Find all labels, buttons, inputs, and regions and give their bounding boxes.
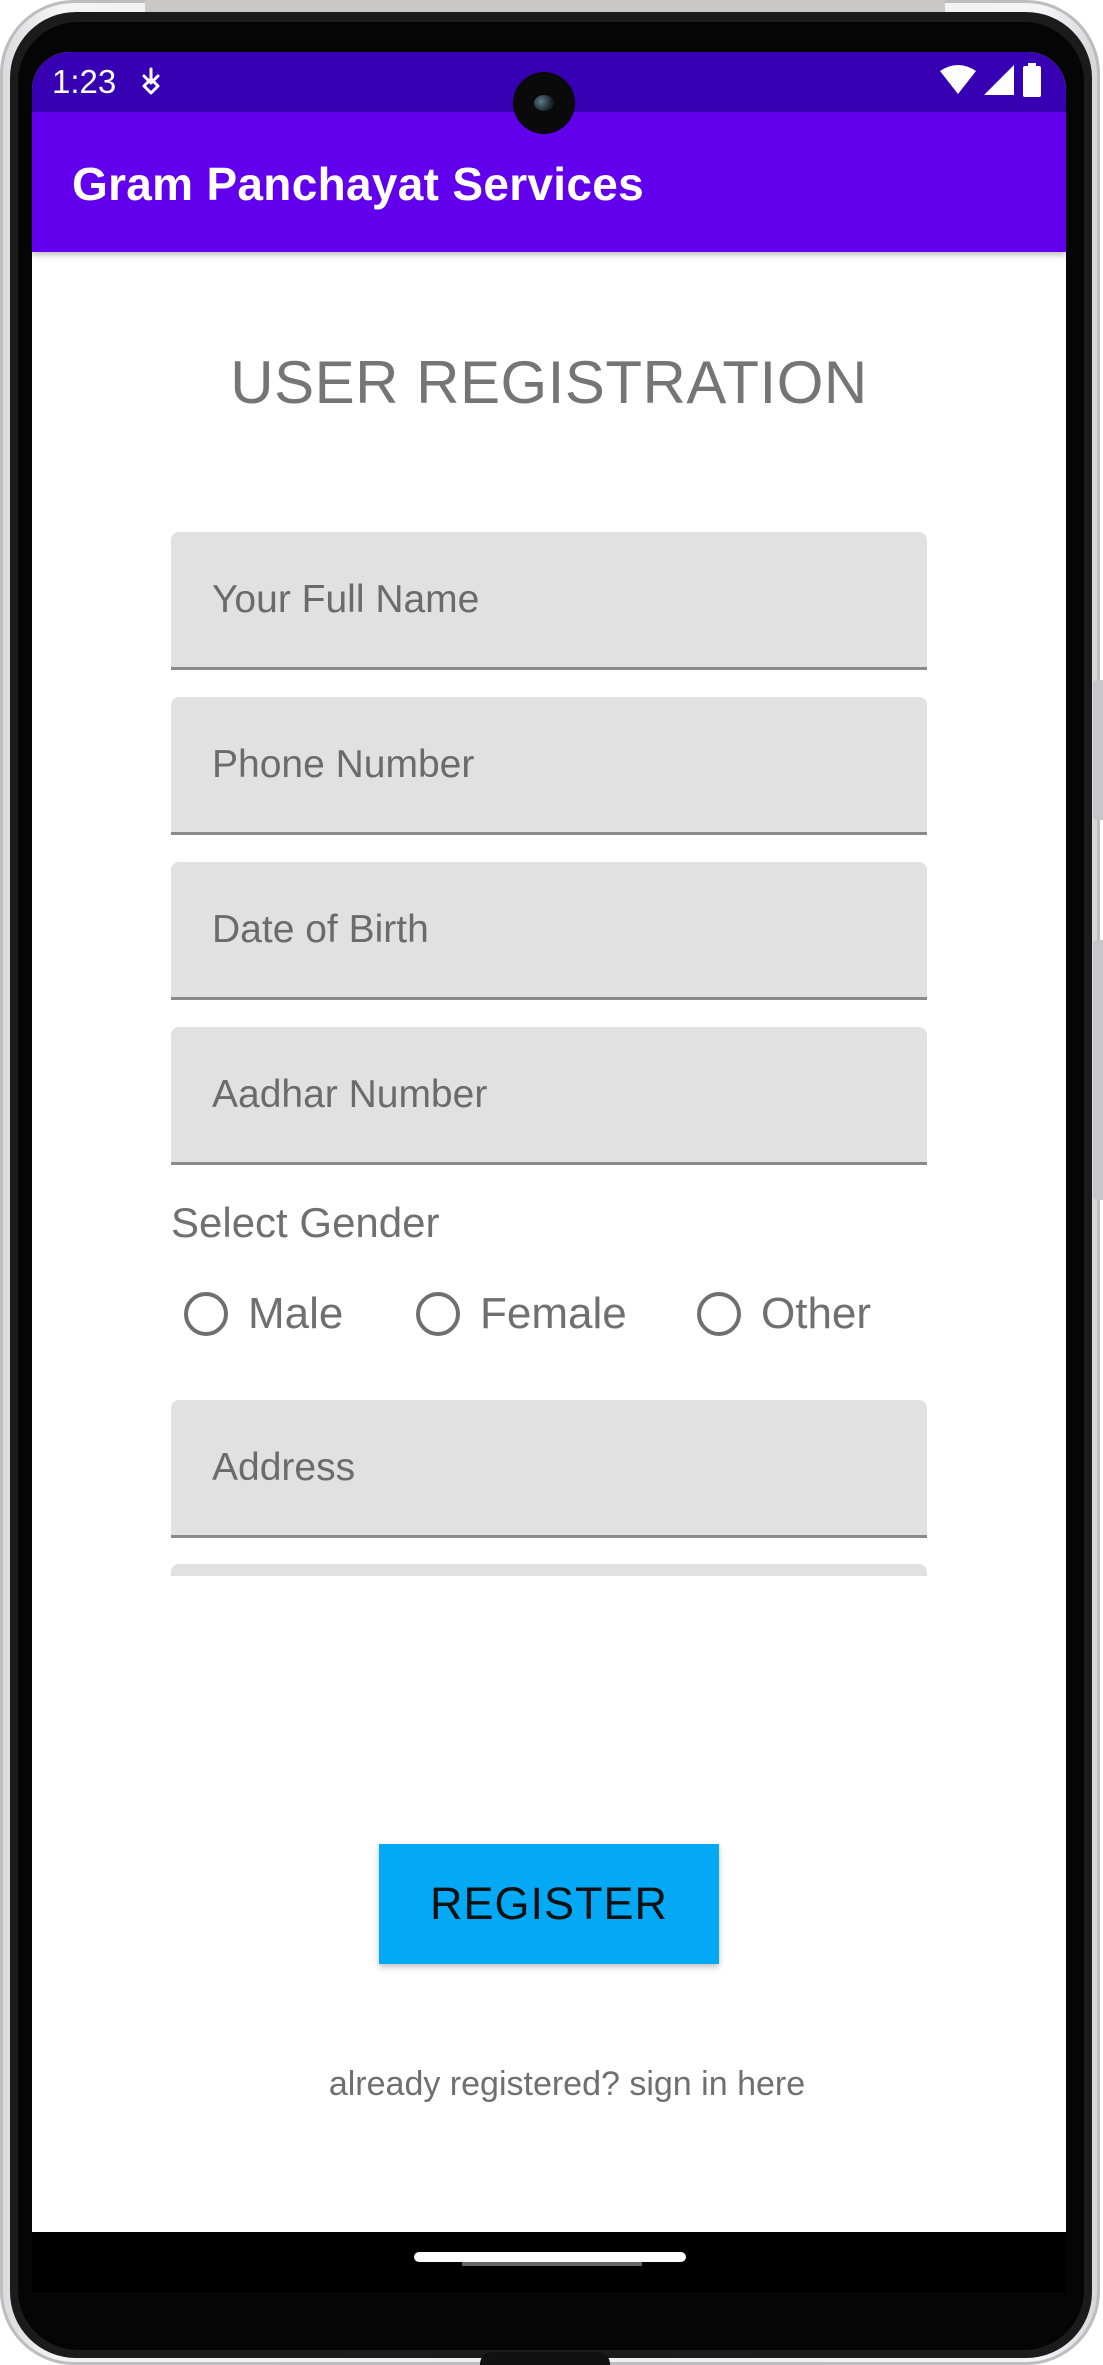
app-screen: 1:23 Gram Panchayat Services USER REGIST… — [32, 52, 1066, 2292]
radio-circle-icon[interactable] — [697, 1292, 741, 1336]
home-indicator[interactable] — [414, 2252, 686, 2262]
phone-number-input[interactable] — [171, 697, 927, 832]
phone-bottom-port — [480, 2352, 610, 2365]
power-button — [1093, 680, 1103, 820]
radio-circle-icon[interactable] — [416, 1292, 460, 1336]
aadhar-field-container — [171, 1027, 927, 1165]
status-icons — [940, 62, 1042, 102]
wifi-icon — [940, 64, 976, 100]
dob-field-container — [171, 862, 927, 1000]
full-name-input[interactable] — [171, 532, 927, 667]
home-indicator-shadow — [462, 2262, 642, 2266]
register-button[interactable]: REGISTER — [379, 1844, 719, 1964]
radio-label[interactable]: Male — [248, 1289, 343, 1339]
battery-icon — [1022, 62, 1042, 102]
status-time: 1:23 — [52, 63, 117, 100]
address-field-container — [171, 1400, 927, 1538]
address-input[interactable] — [171, 1400, 927, 1535]
navigation-bar — [32, 2232, 1066, 2292]
full-name-field-container — [171, 532, 927, 670]
phone-field-container — [171, 697, 927, 835]
gender-radio-other[interactable]: Other — [697, 1284, 871, 1344]
signal-icon — [984, 64, 1014, 100]
gender-radio-female[interactable]: Female — [416, 1284, 627, 1344]
gender-label: Select Gender — [171, 1199, 440, 1246]
device-screenshot: 1:23 Gram Panchayat Services USER REGIST… — [0, 0, 1103, 2365]
date-of-birth-input[interactable] — [171, 862, 927, 997]
radio-circle-icon[interactable] — [184, 1292, 228, 1336]
next-field-partial[interactable] — [171, 1564, 927, 1576]
aadhar-number-input[interactable] — [171, 1027, 927, 1162]
sign-in-link[interactable]: already registered? sign in here — [32, 2062, 1066, 2106]
page-title: USER REGISTRATION — [230, 349, 868, 416]
radio-label[interactable]: Other — [761, 1289, 871, 1339]
download-arrow-icon — [137, 66, 165, 100]
front-camera — [513, 72, 575, 134]
app-title: Gram Panchayat Services — [72, 158, 645, 210]
gender-radio-male[interactable]: Male — [184, 1284, 343, 1344]
volume-button — [1093, 940, 1103, 1200]
radio-label[interactable]: Female — [480, 1289, 627, 1339]
